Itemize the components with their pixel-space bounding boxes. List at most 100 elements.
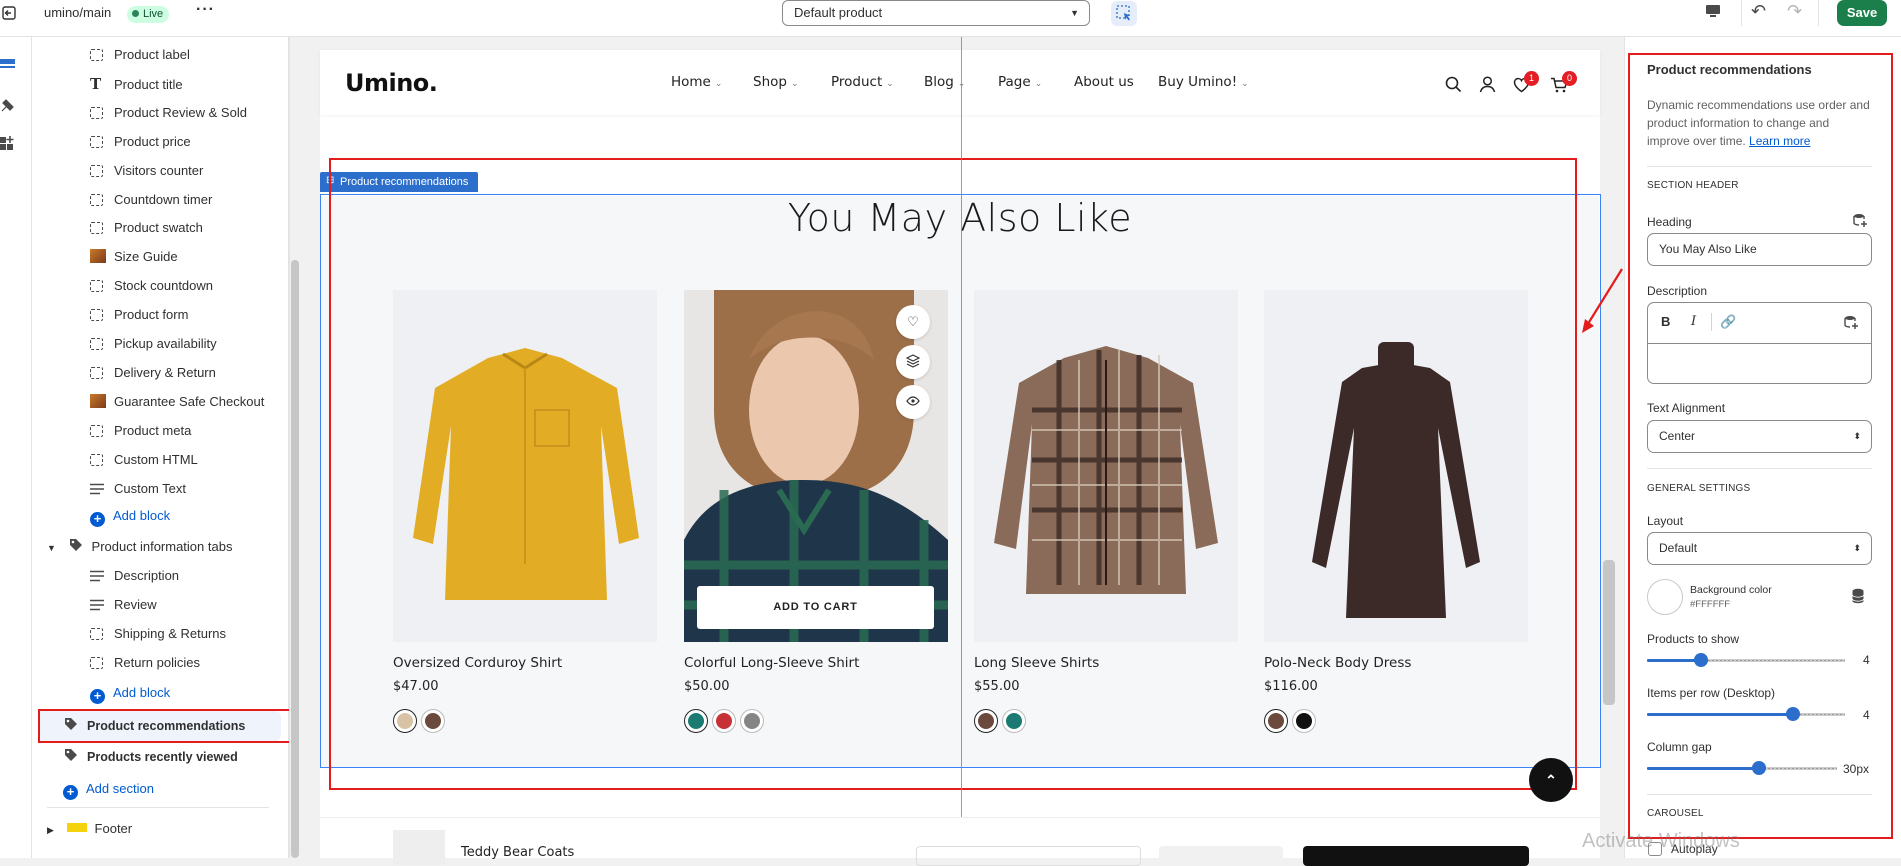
sticky-add-to-cart-bar: Teddy Bear Coats	[320, 817, 1600, 866]
sticky-add-button[interactable]	[1303, 846, 1529, 866]
lines-icon	[90, 566, 106, 582]
block-icon	[90, 425, 103, 437]
block-icon	[90, 49, 103, 61]
tree-tab-item[interactable]: Description	[90, 564, 179, 588]
chevron-down-icon: ⌄	[714, 79, 723, 89]
block-icon	[90, 194, 103, 206]
tree-block-item[interactable]: Guarantee Safe Checkout	[90, 390, 264, 414]
block-icon	[90, 222, 103, 234]
tree-block-item[interactable]: Custom Text	[90, 477, 186, 501]
block-icon	[90, 107, 103, 119]
chevron-right-icon: ▶	[47, 825, 54, 835]
tree-block-item[interactable]: Product price	[90, 130, 191, 154]
tree-block-item[interactable]: Product Review & Sold	[90, 101, 247, 125]
template-select[interactable]: Default product ▼	[782, 0, 1090, 26]
tree-tab-item[interactable]: Shipping & Returns	[90, 622, 226, 646]
add-section-link[interactable]: + Add section	[63, 777, 154, 801]
chevron-down-icon: ⌄	[1034, 79, 1043, 89]
tree-block-item[interactable]: Stock countdown	[90, 274, 213, 298]
tree-block-item[interactable]: Pickup availability	[90, 332, 217, 356]
lines-icon	[90, 479, 106, 495]
sections-icon[interactable]	[0, 57, 16, 76]
block-icon	[90, 136, 103, 148]
desktop-view-icon[interactable]	[1704, 2, 1722, 23]
divider	[1741, 0, 1742, 26]
tree-tab-item[interactable]: Review	[90, 593, 157, 617]
app-embeds-icon[interactable]	[0, 135, 16, 154]
tree-section-footer[interactable]: ▶ Footer	[47, 817, 132, 841]
block-icon	[90, 165, 103, 177]
lines-icon	[90, 595, 106, 611]
add-icon: +	[90, 512, 105, 527]
annotation-highlight-settings	[1628, 53, 1893, 839]
nav-item[interactable]: Home ⌄	[671, 74, 722, 90]
annotation-arrow	[1582, 268, 1623, 333]
tree-block-item[interactable]: Size Guide	[90, 245, 178, 269]
tree-block-item[interactable]: Visitors counter	[90, 159, 203, 183]
tree-block-item[interactable]: Delivery & Return	[90, 361, 216, 385]
search-icon[interactable]	[1445, 76, 1462, 96]
nav-item[interactable]: Blog⌄	[924, 74, 965, 90]
tree-block-item[interactable]: Product swatch	[90, 216, 203, 240]
tree-section-product-info-tabs[interactable]: ▼ Product information tabs	[47, 535, 232, 559]
chevron-down-icon: ⌄	[886, 79, 894, 89]
tag-icon	[68, 537, 84, 551]
inspector-icon[interactable]	[1111, 1, 1137, 26]
wishlist-count-badge: 1	[1524, 71, 1539, 86]
undo-icon[interactable]: ↶	[1751, 1, 1766, 22]
block-icon	[90, 309, 103, 321]
annotation-highlight-section	[329, 158, 1577, 790]
image-icon	[90, 249, 106, 263]
os-watermark: Activate Windows	[1582, 830, 1740, 852]
tree-block-item[interactable]: Product label	[90, 43, 190, 67]
top-bar: umino/main Live ··· Default product ▼ ↶ …	[0, 0, 1901, 37]
right-scrollbar-thumb[interactable]	[1603, 560, 1615, 705]
text-icon: T	[90, 75, 102, 93]
left-rail	[0, 37, 32, 858]
tree-block-item[interactable]: Custom HTML	[90, 448, 198, 472]
center-guide-line	[961, 37, 962, 858]
tree-section-products-recently-viewed[interactable]: Products recently viewed	[63, 745, 238, 769]
account-icon[interactable]	[1479, 76, 1496, 96]
tree-block-item[interactable]: Product form	[90, 303, 188, 327]
tree-tab-item[interactable]: Return policies	[90, 651, 200, 675]
add-block-link[interactable]: + Add block	[90, 504, 170, 528]
block-icon	[90, 280, 103, 292]
add-icon: +	[63, 785, 78, 800]
tree-block-item[interactable]: Product meta	[90, 419, 191, 443]
nav-item[interactable]: Page ⌄	[998, 74, 1042, 90]
add-block-link[interactable]: + Add block	[90, 681, 170, 705]
block-icon	[90, 628, 103, 640]
block-icon	[90, 657, 103, 669]
chevron-down-icon: ⌄	[1241, 79, 1249, 89]
nav-item[interactable]: Shop ⌄	[753, 74, 799, 90]
block-icon	[90, 367, 103, 379]
nav-item[interactable]: About us	[1074, 74, 1134, 90]
theme-settings-icon[interactable]	[0, 97, 16, 116]
block-icon	[90, 454, 103, 466]
chevron-down-icon: ⌄	[790, 79, 799, 89]
theme-path: umino/main	[44, 5, 112, 20]
nav-item[interactable]: Product ⌄	[831, 74, 894, 90]
exit-icon[interactable]	[2, 6, 16, 23]
save-button[interactable]: Save	[1837, 0, 1887, 26]
tree-block-item[interactable]: T Product title	[90, 72, 183, 96]
sticky-quantity[interactable]	[1159, 846, 1283, 866]
sticky-variant-select[interactable]	[916, 846, 1141, 866]
divider	[47, 807, 269, 808]
more-actions-icon[interactable]: ···	[196, 1, 215, 19]
cart-count-badge: 0	[1562, 71, 1577, 86]
redo-icon[interactable]: ↷	[1787, 1, 1802, 22]
annotation-highlight-tree	[38, 709, 295, 743]
store-logo[interactable]: Umino.	[345, 69, 438, 97]
scroll-to-top-button[interactable]: ⌃	[1529, 758, 1573, 802]
image-icon	[90, 394, 106, 408]
block-icon	[90, 338, 103, 350]
footer-image-icon	[66, 823, 87, 832]
tree-block-item[interactable]: Countdown timer	[90, 188, 212, 212]
tree-scroll-thumb[interactable]	[291, 260, 299, 858]
sticky-product-thumb	[393, 830, 445, 865]
chevron-down-icon: ▼	[47, 543, 56, 553]
tag-icon	[63, 747, 79, 761]
nav-item[interactable]: Buy Umino! ⌄	[1158, 74, 1249, 90]
